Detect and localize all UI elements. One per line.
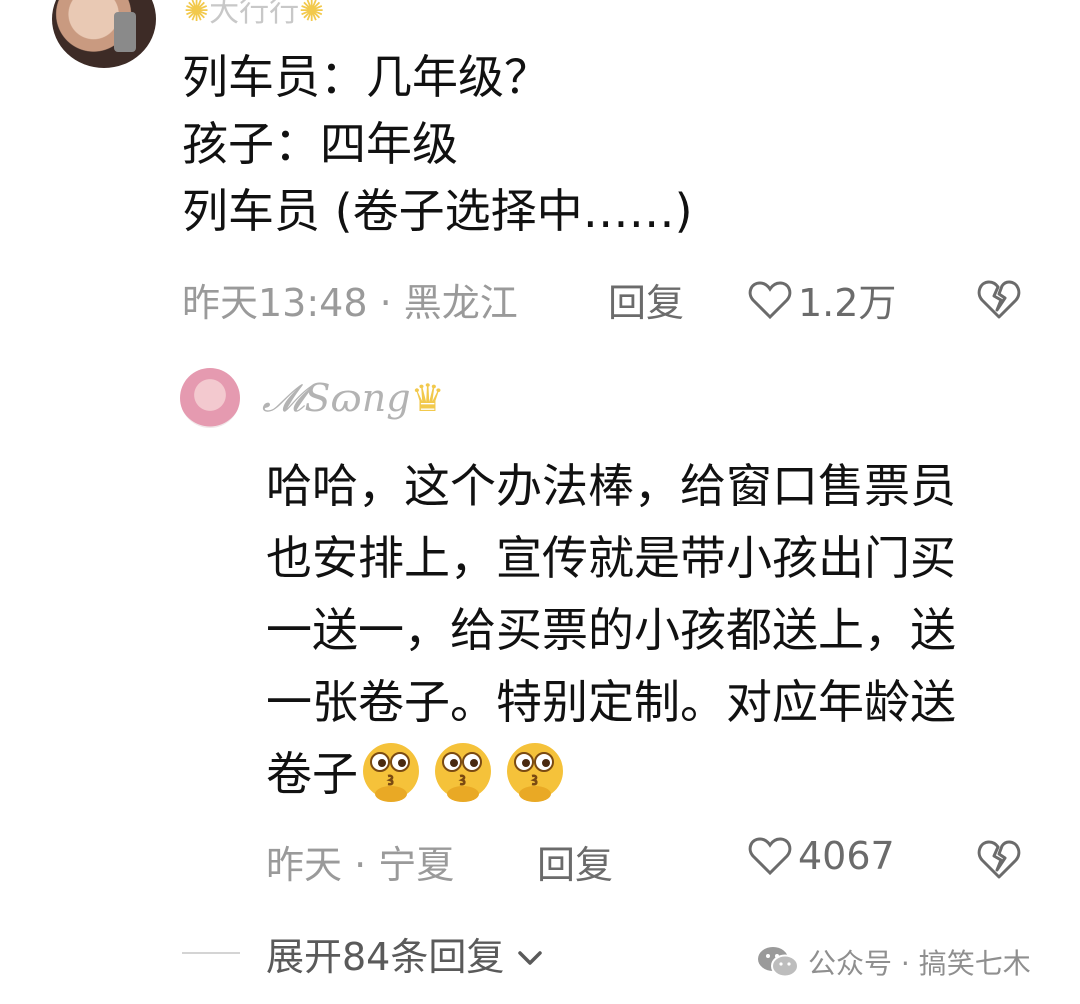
like-count: 4067 <box>798 834 895 878</box>
comment-meta: 昨天13:48 · 黑龙江 <box>182 272 518 325</box>
reply-button[interactable]: 回复 <box>537 834 613 889</box>
comment-line: 列车员：几年级？ <box>182 50 550 104</box>
like-count: 1.2万 <box>798 281 897 325</box>
crown-icon: ♛ <box>410 376 445 420</box>
reply-line: 哈哈，这个办法棒，给窗口售票员 <box>266 459 956 513</box>
thinking-face-emoji <box>435 743 491 802</box>
reply-line-last: 卷子 <box>266 738 1046 810</box>
heart-icon <box>748 280 792 319</box>
thinking-face-emoji <box>507 743 563 802</box>
like-button[interactable]: 4067 <box>748 834 895 878</box>
avatar-photo-detail <box>114 12 136 52</box>
location: 宁夏 <box>378 843 455 887</box>
expand-replies-button[interactable]: 展开84条回复 <box>266 926 544 981</box>
separator: · <box>354 843 367 887</box>
broken-heart-icon[interactable] <box>976 278 1022 320</box>
sun-icon: ✺ <box>299 0 325 29</box>
reply-line: 也安排上，宣传就是带小孩出门买 <box>266 531 956 585</box>
timestamp: 昨天13:48 <box>182 281 368 325</box>
like-button[interactable]: 1.2万 <box>748 272 896 327</box>
comment-thread: ✺大行行✺ 列车员：几年级？ 孩子：四年级 列车员 (卷子选择中……) 昨天13… <box>0 0 1080 1004</box>
comment-body: 列车员：几年级？ 孩子：四年级 列车员 (卷子选择中……) <box>182 44 1042 245</box>
reply-button[interactable]: 回复 <box>608 272 684 327</box>
thinking-face-emoji <box>363 743 419 802</box>
sun-icon: ✺ <box>184 0 210 29</box>
reply-body: 哈哈，这个办法棒，给窗口售票员 也安排上，宣传就是带小孩出门买 一送一，给买票的… <box>266 450 1046 810</box>
reply-line: 一张卷子。特别定制。对应年龄送 <box>266 675 956 729</box>
reply-meta: 昨天 · 宁夏 <box>266 834 455 887</box>
timestamp: 昨天 <box>266 843 343 887</box>
comment-line: 孩子：四年级 <box>182 117 458 171</box>
comment-line: 列车员 (卷子选择中……) <box>182 184 693 238</box>
broken-heart-icon[interactable] <box>976 838 1022 880</box>
avatar[interactable] <box>52 0 156 68</box>
reply-avatar[interactable] <box>180 368 240 428</box>
divider <box>182 952 240 954</box>
username[interactable]: ✺大行行✺ <box>184 0 324 30</box>
watermark: 公众号 · 搞笑七木 <box>756 942 1031 982</box>
heart-icon <box>748 837 792 876</box>
separator: · <box>379 281 392 325</box>
reply-username[interactable]: 𝓜Sɷng♛ <box>262 376 445 421</box>
reply-line: 一送一，给买票的小孩都送上，送 <box>266 603 956 657</box>
chevron-down-icon <box>518 951 543 965</box>
wechat-icon <box>758 947 799 978</box>
location: 黑龙江 <box>403 281 518 325</box>
